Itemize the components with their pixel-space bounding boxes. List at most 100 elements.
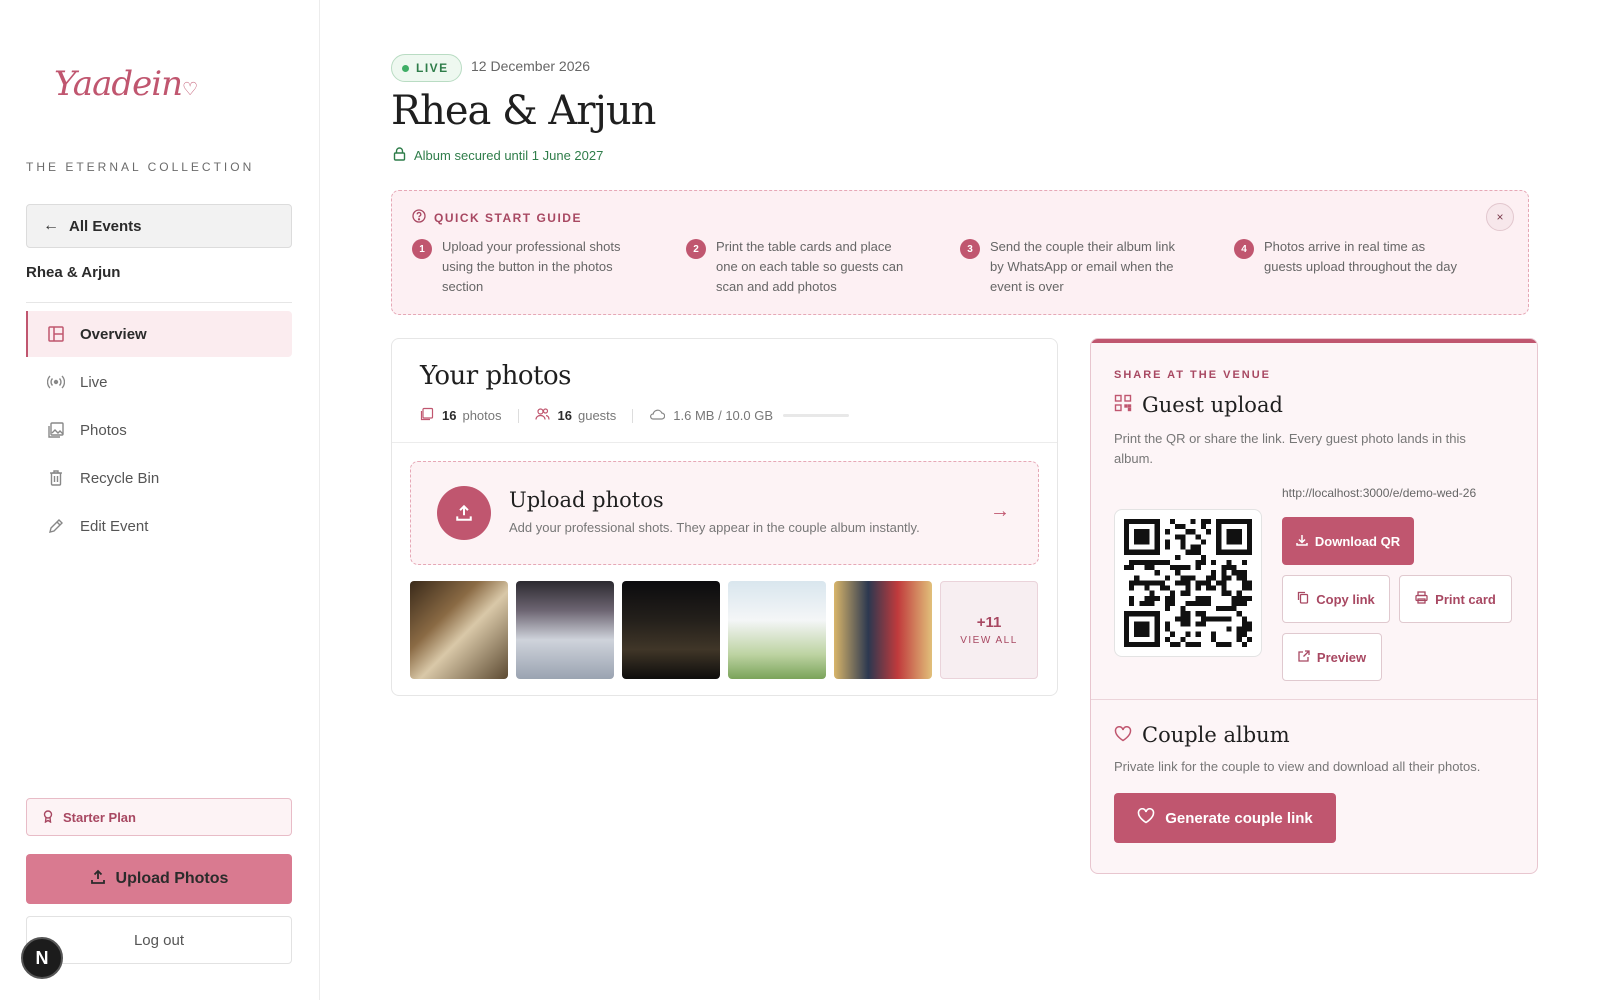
sidebar-upload-photos-button[interactable]: Upload Photos [26, 854, 292, 904]
status-label: LIVE [416, 61, 449, 75]
guest-count: 16 [557, 408, 572, 423]
view-all-label: VIEW ALL [960, 635, 1018, 646]
plan-label: Starter Plan [63, 809, 136, 825]
download-qr-label: Download QR [1314, 533, 1401, 549]
logout-button[interactable]: Log out [26, 916, 292, 964]
sidebar-item-label: Photos [80, 421, 127, 439]
storage-bar [783, 414, 850, 417]
copy-icon [1297, 591, 1309, 607]
photo-thumbnail[interactable] [728, 581, 826, 679]
collection-tagline: THE ETERNAL COLLECTION [26, 160, 255, 174]
plan-badge[interactable]: Starter Plan [26, 798, 292, 836]
view-all-photos-button[interactable]: +11 VIEW ALL [940, 581, 1038, 679]
share-label: SHARE AT THE VENUE [1114, 369, 1272, 381]
sidebar-item-recycle-bin[interactable]: Recycle Bin [26, 455, 292, 501]
guide-step: 1 Upload your professional shots using t… [412, 237, 686, 297]
step-text: Photos arrive in real time as guests upl… [1264, 239, 1457, 274]
sidebar-item-label: Live [80, 373, 108, 391]
couple-album-description: Private link for the couple to view and … [1114, 759, 1481, 774]
photo-thumbnail[interactable] [834, 581, 932, 679]
share-card: SHARE AT THE VENUE Guest upload Print th… [1090, 338, 1538, 874]
preview-label: Preview [1316, 649, 1367, 665]
copy-link-label: Copy link [1316, 591, 1375, 607]
sidebar-item-edit-event[interactable]: Edit Event [26, 503, 292, 549]
sidebar-item-label: Overview [80, 325, 147, 343]
lock-icon [393, 147, 406, 164]
pencil-icon [46, 516, 66, 536]
upload-photos-dropzone[interactable]: Upload photos Add your professional shot… [410, 461, 1039, 565]
guide-title-label: QUICK START GUIDE [434, 210, 582, 225]
sidebar-item-label: Edit Event [80, 517, 149, 535]
qr-code-graphic [1124, 519, 1252, 647]
sidebar: Yaadein♡ THE ETERNAL COLLECTION ← All Ev… [0, 0, 320, 1000]
photo-thumbnail[interactable] [622, 581, 720, 679]
broadcast-icon [46, 372, 66, 392]
close-guide-button[interactable]: × [1486, 203, 1514, 231]
photo-thumbnail[interactable] [410, 581, 508, 679]
all-events-button[interactable]: ← All Events [26, 204, 292, 248]
qr-code-icon [1114, 393, 1132, 417]
trash-icon [46, 468, 66, 488]
photos-icon [420, 407, 434, 424]
dev-badge[interactable]: N [21, 937, 63, 979]
generate-couple-link-label: Generate couple link [1165, 809, 1313, 827]
current-event-name: Rhea & Arjun [26, 264, 121, 281]
all-events-label: All Events [69, 217, 142, 235]
sidebar-item-overview[interactable]: Overview [26, 311, 292, 357]
guest-upload-description: Print the QR or share the link. Every gu… [1114, 431, 1466, 466]
external-link-icon [1298, 649, 1310, 665]
upload-icon [437, 486, 491, 540]
sidebar-item-live[interactable]: Live [26, 359, 292, 405]
download-qr-button[interactable]: Download QR [1282, 517, 1414, 565]
cloud-icon [649, 408, 666, 424]
photos-icon [46, 420, 66, 440]
guest-upload-title-label: Guest upload [1142, 393, 1283, 417]
upload-subtitle: Add your professional shots. They appear… [509, 520, 920, 535]
copy-link-button[interactable]: Copy link [1282, 575, 1390, 623]
heart-icon: ♡ [182, 79, 198, 100]
more-photos-count: +11 [976, 614, 1002, 631]
upload-title: Upload photos [509, 488, 664, 512]
photos-stats: 16 photos 16 guests 1.6 MB / 10.0 GB [420, 407, 850, 424]
help-circle-icon [412, 209, 426, 226]
photo-thumbnails: +11 VIEW ALL [410, 581, 1038, 679]
generate-couple-link-button[interactable]: Generate couple link [1114, 793, 1336, 843]
secured-label: Album secured until 1 June 2027 [414, 148, 604, 163]
photo-thumbnail[interactable] [516, 581, 614, 679]
couple-album-title-label: Couple album [1142, 723, 1290, 747]
heart-icon [1137, 807, 1155, 828]
step-number: 4 [1234, 239, 1254, 259]
step-text: Send the couple their album link by What… [990, 239, 1176, 294]
arrow-left-icon: ← [43, 217, 59, 234]
print-card-button[interactable]: Print card [1399, 575, 1512, 623]
guest-upload-title: Guest upload [1114, 393, 1283, 417]
sidebar-nav: Overview Live Photos Recycle Bin Edit Ev… [26, 311, 292, 551]
status-badge: LIVE [391, 54, 462, 82]
guide-steps: 1 Upload your professional shots using t… [412, 237, 1508, 297]
brand-logo[interactable]: Yaadein♡ [54, 64, 198, 104]
guest-upload-url[interactable]: http://localhost:3000/e/demo-wed-26 [1282, 486, 1476, 500]
users-icon [534, 407, 550, 424]
quick-start-guide: QUICK START GUIDE × 1 Upload your profes… [391, 190, 1529, 315]
sidebar-item-photos[interactable]: Photos [26, 407, 292, 453]
guide-step: 3 Send the couple their album link by Wh… [960, 237, 1234, 297]
photos-card-divider [392, 442, 1057, 443]
guide-step: 4 Photos arrive in real time as guests u… [1234, 237, 1508, 297]
upload-photos-label: Upload Photos [115, 870, 229, 887]
guest-count-label: guests [577, 408, 617, 423]
print-card-label: Print card [1435, 591, 1496, 607]
couple-album-title: Couple album [1114, 723, 1290, 747]
printer-icon [1415, 591, 1428, 607]
preview-button[interactable]: Preview [1282, 633, 1382, 681]
stat-separator [632, 408, 634, 423]
step-number: 2 [686, 239, 706, 259]
photo-count: 16 [442, 408, 457, 423]
share-card-divider [1091, 699, 1537, 700]
step-text: Upload your professional shots using the… [442, 239, 621, 294]
page-title: Rhea & Arjun [391, 88, 656, 134]
sidebar-item-label: Recycle Bin [80, 469, 160, 487]
live-dot-icon [402, 64, 409, 72]
qr-code [1114, 509, 1262, 657]
download-icon [1296, 534, 1308, 549]
guide-step: 2 Print the table cards and place one on… [686, 237, 960, 297]
